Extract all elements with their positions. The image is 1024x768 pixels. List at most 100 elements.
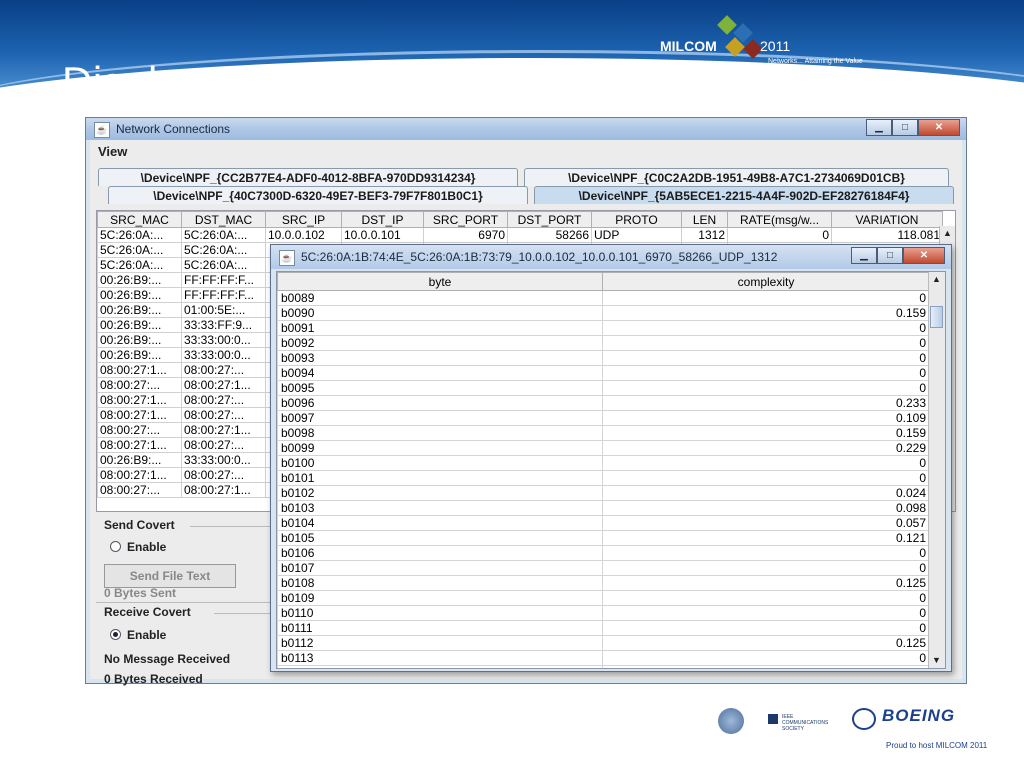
- complexity-cell: 0.229: [602, 440, 930, 456]
- byte-cell: b0110: [277, 605, 603, 621]
- table-row[interactable]: b0092 0: [277, 335, 930, 351]
- table-row[interactable]: b0095 0: [277, 380, 930, 396]
- scroll-down-arrow-icon[interactable]: ▼: [929, 653, 944, 668]
- table-row[interactable]: b0105 0.121: [277, 530, 930, 546]
- table-cell: 08:00:27:...: [181, 407, 266, 423]
- table-row[interactable]: b0102 0.024: [277, 485, 930, 501]
- popup-vertical-scrollbar[interactable]: ▲ ▼: [928, 272, 945, 668]
- byte-cell: b0093: [277, 350, 603, 366]
- tab-device-5ab5ece1[interactable]: \Device\NPF_{5AB5ECE1-2215-4A4F-902D-EF2…: [534, 186, 954, 204]
- table-row[interactable]: b0110 0: [277, 605, 930, 621]
- complexity-cell: 0: [602, 290, 930, 306]
- table-row[interactable]: b0100 0: [277, 455, 930, 471]
- table-cell: 33:33:00:0...: [181, 452, 266, 468]
- minimize-icon[interactable]: ▁: [866, 119, 892, 136]
- byte-cell: b0104: [277, 515, 603, 531]
- column-header[interactable]: SRC_IP: [265, 211, 342, 228]
- byte-cell: b0112: [277, 635, 603, 651]
- complexity-cell: 0.125: [602, 635, 930, 651]
- column-header[interactable]: DST_IP: [341, 211, 424, 228]
- table-cell: 08:00:27:1...: [97, 437, 182, 453]
- column-header-byte[interactable]: byte: [277, 272, 603, 291]
- table-row[interactable]: b0099 0.229: [277, 440, 930, 456]
- slide-title: Display Subsystem: [62, 58, 428, 105]
- column-header[interactable]: RATE(msg/w...: [727, 211, 832, 228]
- column-header[interactable]: VARIATION: [831, 211, 943, 228]
- footer-text: Proud to host MILCOM 2011: [886, 741, 988, 750]
- table-cell: 08:00:27:1...: [181, 482, 266, 498]
- table-row[interactable]: b0093 0: [277, 350, 930, 366]
- divider: [190, 526, 270, 527]
- tab-device-40c7300d[interactable]: \Device\NPF_{40C7300D-6320-49E7-BEF3-79F…: [108, 186, 528, 204]
- menu-view[interactable]: View: [98, 144, 127, 159]
- table-row[interactable]: b0097 0.109: [277, 410, 930, 426]
- table-row[interactable]: 5C:26:0A:... 5C:26:0A:... 10.0.0.102 10.0.0…: [97, 227, 943, 243]
- table-cell: 5C:26:0A:...: [181, 242, 266, 258]
- table-row[interactable]: b0109 0: [277, 590, 930, 606]
- globe-logo-icon: [718, 708, 744, 734]
- table-row[interactable]: b0096 0.233: [277, 395, 930, 411]
- send-enable-radio[interactable]: Enable: [110, 540, 166, 554]
- tab-row-1: \Device\NPF_{CC2B77E4-ADF0-4012-8BFA-970…: [96, 168, 956, 187]
- popup-title: 5C:26:0A:1B:74:4E_5C:26:0A:1B:73:79_10.0…: [301, 250, 778, 264]
- tab-device-c0c2a2db[interactable]: \Device\NPF_{C0C2A2DB-1951-49B8-A7C1-273…: [524, 168, 949, 186]
- table-row[interactable]: b0094 0: [277, 365, 930, 381]
- milcom-logo: MILCOM 2011 Networks... Attaining the Va…: [660, 15, 900, 76]
- send-file-text-button[interactable]: Send File Text: [104, 564, 236, 588]
- byte-cell: b0109: [277, 590, 603, 606]
- column-header-complexity[interactable]: complexity: [602, 272, 930, 291]
- table-row[interactable]: b0098 0.159: [277, 425, 930, 441]
- table-cell: 58266: [507, 227, 592, 243]
- window-titlebar[interactable]: ☕ Network Connections ▁ □ ✕: [86, 118, 966, 140]
- table-row[interactable]: b0111 0: [277, 620, 930, 636]
- radio-on-icon[interactable]: [110, 629, 121, 640]
- table-row[interactable]: b0090 0.159: [277, 305, 930, 321]
- minimize-icon[interactable]: ▁: [851, 247, 877, 264]
- table-row[interactable]: b0091 0: [277, 320, 930, 336]
- byte-cell: b0091: [277, 320, 603, 336]
- tab-device-cc2b77e4[interactable]: \Device\NPF_{CC2B77E4-ADF0-4012-8BFA-970…: [98, 168, 518, 186]
- milcom-tagline: Networks... Attaining the Value: [768, 58, 863, 65]
- scroll-up-arrow-icon[interactable]: ▲: [929, 272, 944, 287]
- column-header[interactable]: SRC_PORT: [423, 211, 508, 228]
- column-header[interactable]: DST_MAC: [181, 211, 266, 228]
- receive-enable-radio[interactable]: Enable: [110, 628, 166, 642]
- column-header[interactable]: SRC_MAC: [97, 211, 182, 228]
- bytes-sent-status: 0 Bytes Sent: [104, 586, 177, 600]
- table-row[interactable]: b0108 0.125: [277, 575, 930, 591]
- table-row[interactable]: b0107 0: [277, 560, 930, 576]
- table-row[interactable]: b0106 0: [277, 545, 930, 561]
- complexity-cell: 0: [602, 605, 930, 621]
- table-cell: 5C:26:0A:...: [97, 257, 182, 273]
- table-row[interactable]: b0089 0: [277, 290, 930, 306]
- maximize-icon[interactable]: □: [892, 119, 918, 136]
- table-row[interactable]: b01140.056: [277, 665, 930, 668]
- table-row[interactable]: b0113 0: [277, 650, 930, 666]
- column-header[interactable]: LEN: [681, 211, 728, 228]
- table-cell: 08:00:27:...: [181, 467, 266, 483]
- table-cell: 5C:26:0A:...: [181, 227, 266, 243]
- table-cell: 6970: [423, 227, 508, 243]
- table-row[interactable]: b0103 0.098: [277, 500, 930, 516]
- table-row[interactable]: b0112 0.125: [277, 635, 930, 651]
- table-cell: 08:00:27:...: [97, 377, 182, 393]
- scroll-up-arrow-icon[interactable]: ▲: [940, 226, 955, 241]
- scroll-thumb[interactable]: [930, 306, 943, 328]
- complexity-popup-window: ☕ 5C:26:0A:1B:74:4E_5C:26:0A:1B:73:79_10…: [270, 244, 952, 672]
- close-icon[interactable]: ✕: [903, 247, 945, 264]
- radio-off-icon[interactable]: [110, 541, 121, 552]
- popup-titlebar[interactable]: ☕ 5C:26:0A:1B:74:4E_5C:26:0A:1B:73:79_10…: [271, 245, 951, 269]
- table-row[interactable]: b0101 0: [277, 470, 930, 486]
- table-cell: 33:33:00:0...: [181, 347, 266, 363]
- column-header[interactable]: DST_PORT: [507, 211, 592, 228]
- table-row[interactable]: b0104 0.057: [277, 515, 930, 531]
- send-covert-title: Send Covert: [104, 518, 175, 532]
- column-header[interactable]: PROTO: [591, 211, 682, 228]
- byte-cell: b0100: [277, 455, 603, 471]
- close-icon[interactable]: ✕: [918, 119, 960, 136]
- divider: [214, 613, 270, 614]
- byte-cell: b0089: [277, 290, 603, 306]
- table-cell: 08:00:27:1...: [97, 467, 182, 483]
- complexity-cell: 0.159: [602, 425, 930, 441]
- maximize-icon[interactable]: □: [877, 247, 903, 264]
